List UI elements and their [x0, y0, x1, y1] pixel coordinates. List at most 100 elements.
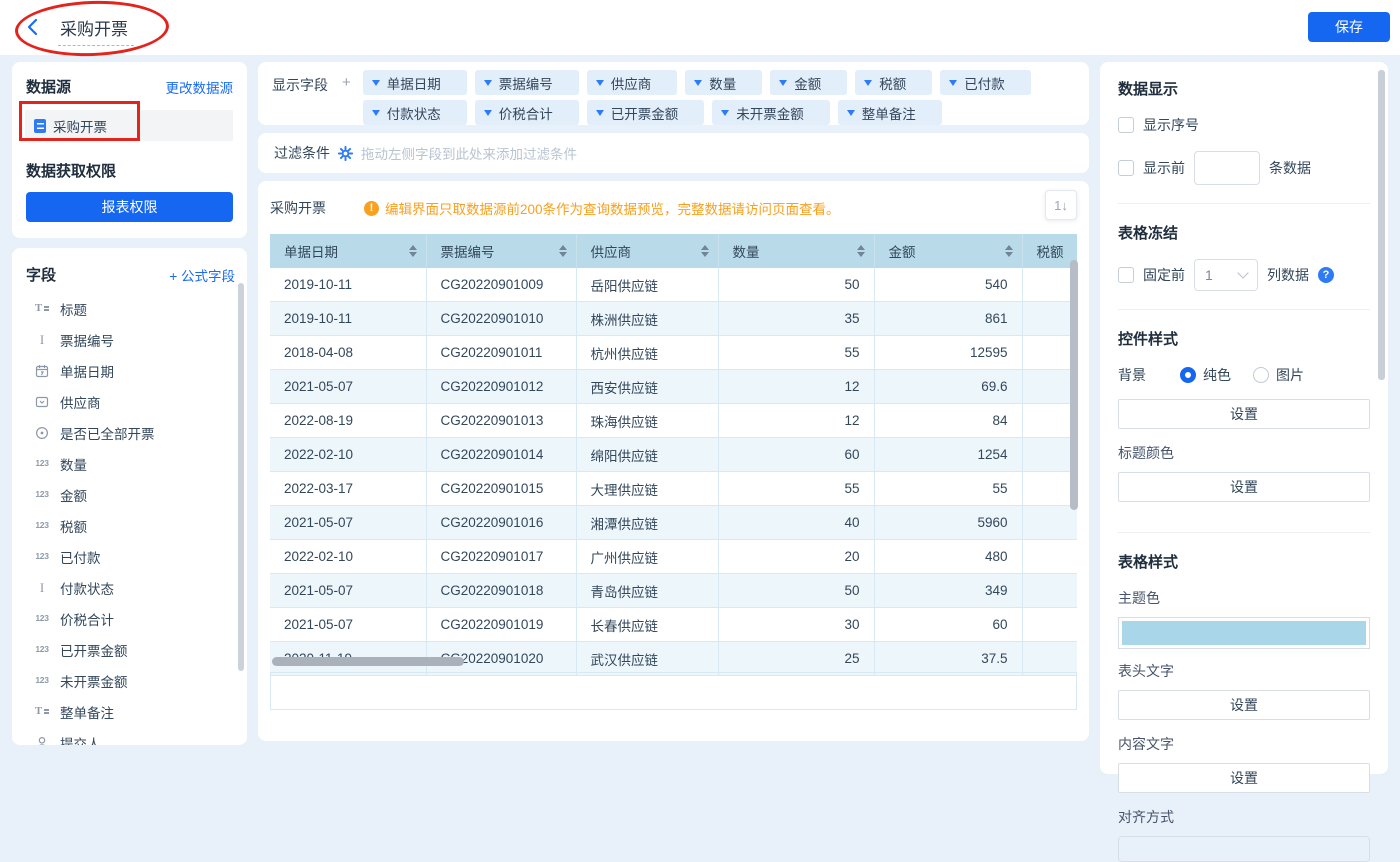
show-index-checkbox[interactable]: [1118, 117, 1134, 133]
column-header[interactable]: 税额: [1022, 234, 1077, 268]
table-cell: [1022, 642, 1077, 676]
field-item[interactable]: 123税额: [26, 510, 235, 541]
numeric-sort-icon[interactable]: 1↓: [1045, 190, 1077, 220]
table-cell: [1022, 506, 1077, 540]
sort-arrows-icon[interactable]: [1005, 245, 1013, 257]
header-text-setting-button[interactable]: 设置: [1118, 690, 1370, 720]
sort-arrows-icon[interactable]: [409, 245, 417, 257]
align-select[interactable]: [1118, 836, 1370, 862]
field-item[interactable]: 123已付款: [26, 541, 235, 572]
filter-label: 过滤条件: [274, 143, 330, 163]
table-cell: [1022, 302, 1077, 336]
field-chip[interactable]: 供应商: [587, 70, 678, 95]
chevron-down-icon: [484, 110, 492, 116]
preview-warning: ! 编辑界面只取数据源前200条作为查询数据预览，完整数据请访问页面查看。: [364, 198, 840, 218]
table-cell: 2019-10-11: [270, 268, 426, 302]
field-item[interactable]: 123价税合计: [26, 603, 235, 634]
back-button[interactable]: [26, 18, 38, 36]
content-text-setting-button[interactable]: 设置: [1118, 763, 1370, 793]
change-datasource-link[interactable]: 更改数据源: [166, 77, 234, 97]
divider: [1118, 309, 1370, 310]
field-item[interactable]: 是否已全部开票: [26, 417, 235, 448]
field-item[interactable]: 123未开票金额: [26, 665, 235, 696]
table-cell: CG20220901011: [426, 336, 576, 370]
sort-arrows-icon[interactable]: [701, 245, 709, 257]
table-cell: [1022, 540, 1077, 574]
field-item[interactable]: I票据编号: [26, 324, 235, 355]
column-header[interactable]: 供应商: [576, 234, 718, 268]
theme-color-swatch[interactable]: [1118, 617, 1370, 649]
show-first-label: 显示前: [1143, 158, 1185, 178]
save-button[interactable]: 保存: [1308, 12, 1390, 42]
table-cell: [1022, 574, 1077, 608]
table-horizontal-scrollbar[interactable]: [272, 657, 464, 666]
title-color-setting-button[interactable]: 设置: [1118, 472, 1370, 502]
number-icon: 123: [33, 552, 51, 561]
field-item[interactable]: 提交人: [26, 727, 235, 745]
table-cell: 50: [718, 574, 874, 608]
image-radio[interactable]: [1253, 367, 1269, 383]
settings-scrollbar[interactable]: [1378, 70, 1385, 380]
field-item[interactable]: 单据日期: [26, 355, 235, 386]
field-chip[interactable]: 付款状态: [363, 100, 467, 125]
number-icon: 123: [33, 645, 51, 654]
display-fields-bar: 显示字段 + 单据日期 票据编号 供应商 数量 金额 税额 已付款 付款状态 价…: [258, 62, 1089, 125]
field-item[interactable]: I付款状态: [26, 572, 235, 603]
field-chip[interactable]: 票据编号: [475, 70, 579, 95]
chevron-down-icon: [596, 80, 604, 86]
column-header[interactable]: 数量: [718, 234, 874, 268]
show-first-count-input[interactable]: [1194, 151, 1260, 185]
field-chip[interactable]: 数量: [685, 70, 762, 95]
table-cell: 20: [718, 540, 874, 574]
field-item[interactable]: 123已开票金额: [26, 634, 235, 665]
field-chip[interactable]: 已付款: [940, 70, 1031, 95]
table-vertical-scrollbar[interactable]: [1070, 260, 1078, 510]
table-cell: 12: [718, 404, 874, 438]
field-item[interactable]: T整单备注: [26, 696, 235, 727]
gear-icon[interactable]: [338, 146, 353, 161]
show-first-checkbox[interactable]: [1118, 160, 1134, 176]
column-header[interactable]: 金额: [874, 234, 1022, 268]
add-formula-field-link[interactable]: + 公式字段: [169, 265, 235, 285]
fields-scrollbar[interactable]: [238, 283, 244, 671]
field-chip[interactable]: 未开票金额: [712, 100, 830, 125]
table-cell: CG20220901010: [426, 302, 576, 336]
page-title[interactable]: 采购开票: [58, 15, 134, 46]
solid-color-radio[interactable]: [1180, 367, 1196, 383]
table-cell: [1022, 268, 1077, 302]
widget-style-title: 控件样式: [1118, 328, 1370, 349]
field-chip[interactable]: 价税合计: [475, 100, 579, 125]
background-setting-button[interactable]: 设置: [1118, 399, 1370, 429]
table-row: 2021-05-07CG20220901012西安供应链1269.6: [270, 370, 1077, 404]
table-cell: 480: [874, 540, 1022, 574]
field-chip[interactable]: 单据日期: [363, 70, 467, 95]
field-item[interactable]: 供应商: [26, 386, 235, 417]
sort-arrows-icon[interactable]: [857, 245, 865, 257]
fields-title: 字段: [26, 264, 56, 285]
field-chip[interactable]: 已开票金额: [587, 100, 705, 125]
field-chip[interactable]: 金额: [770, 70, 847, 95]
table-cell: 2022-02-10: [270, 540, 426, 574]
text-icon: I: [33, 333, 51, 346]
sort-arrows-icon[interactable]: [559, 245, 567, 257]
column-header[interactable]: 单据日期: [270, 234, 426, 268]
report-permission-button[interactable]: 报表权限: [26, 192, 233, 222]
field-chip[interactable]: 税额: [855, 70, 932, 95]
display-field-chips: 单据日期 票据编号 供应商 数量 金额 税额 已付款 付款状态 价税合计 已开票…: [363, 70, 1031, 117]
show-index-label: 显示序号: [1143, 115, 1199, 135]
datasource-item[interactable]: 采购开票: [25, 110, 233, 141]
column-header[interactable]: 票据编号: [426, 234, 576, 268]
freeze-count-select[interactable]: 1: [1194, 259, 1258, 291]
freeze-columns-checkbox[interactable]: [1118, 267, 1134, 283]
field-item[interactable]: 123金额: [26, 479, 235, 510]
select-icon: [33, 395, 51, 409]
table-cell: [1022, 608, 1077, 642]
table-freeze-title: 表格冻结: [1118, 222, 1370, 243]
field-chip[interactable]: 整单备注: [838, 100, 942, 125]
image-label: 图片: [1276, 365, 1304, 385]
preview-panel: 采购开票 ! 编辑界面只取数据源前200条作为查询数据预览，完整数据请访问页面查…: [258, 181, 1089, 741]
field-item[interactable]: 123数量: [26, 448, 235, 479]
field-item[interactable]: T标题: [26, 293, 235, 324]
add-display-field-button[interactable]: +: [342, 74, 351, 117]
help-icon[interactable]: ?: [1318, 267, 1334, 283]
